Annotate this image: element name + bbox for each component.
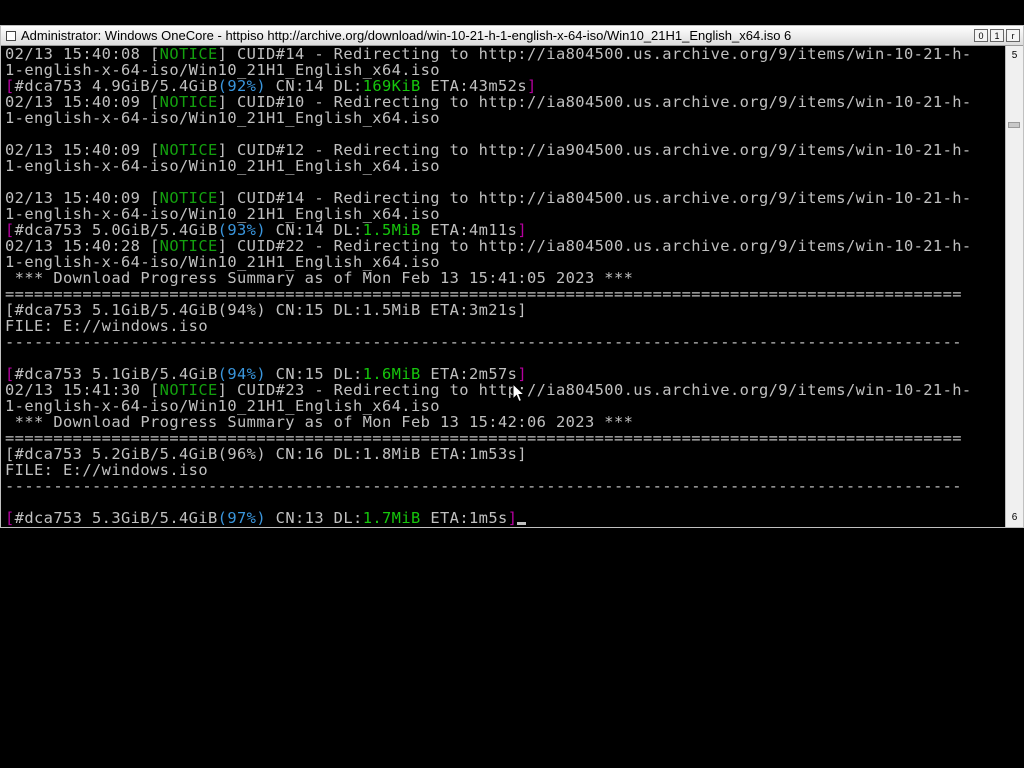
title-bar[interactable]: Administrator: Windows OneCore - httpiso… — [1, 26, 1023, 46]
console-text: ----------------------------------------… — [5, 333, 962, 351]
console-line: ----------------------------------------… — [5, 478, 1005, 494]
console-line: 02/13 15:40:09 [NOTICE] CUID#14 - Redire… — [5, 190, 1005, 206]
console-text: ] — [507, 509, 518, 527]
console-line: [#dca753 5.1GiB/5.4GiB(94%) CN:15 DL:1.6… — [5, 366, 1005, 382]
maximize-button[interactable]: 1 — [990, 29, 1004, 42]
console-text: [ — [5, 509, 15, 527]
console-text: 1.7MiB — [362, 509, 421, 527]
window-title: Administrator: Windows OneCore - httpiso… — [21, 28, 792, 43]
console-line: 02/13 15:41:30 [NOTICE] CUID#23 - Redire… — [5, 382, 1005, 398]
console-line: 1-english-x-64-iso/Win10_21H1_English_x6… — [5, 254, 1005, 270]
close-button[interactable]: r — [1006, 29, 1020, 42]
minimize-button[interactable]: 0 — [974, 29, 988, 42]
text-cursor-icon — [517, 522, 527, 525]
console-line: 1-english-x-64-iso/Win10_21H1_English_x6… — [5, 62, 1005, 78]
console-line: *** Download Progress Summary as of Mon … — [5, 414, 1005, 430]
window-controls: 0 1 r — [974, 29, 1020, 42]
console-text: 1-english-x-64-iso/Win10_21H1_English_x6… — [5, 109, 440, 127]
console-text: 1-english-x-64-iso/Win10_21H1_English_x6… — [5, 157, 440, 175]
console-line: FILE: E://windows.iso — [5, 318, 1005, 334]
console-line: *** Download Progress Summary as of Mon … — [5, 270, 1005, 286]
console-line: 02/13 15:40:09 [NOTICE] CUID#12 - Redire… — [5, 142, 1005, 158]
console-line: [#dca753 5.0GiB/5.4GiB(93%) CN:14 DL:1.5… — [5, 222, 1005, 238]
vertical-scrollbar[interactable]: 5 6 — [1005, 46, 1023, 527]
console-line: 02/13 15:40:09 [NOTICE] CUID#10 - Redire… — [5, 94, 1005, 110]
console-line: 1-english-x-64-iso/Win10_21H1_English_x6… — [5, 110, 1005, 126]
console-line: 1-english-x-64-iso/Win10_21H1_English_x6… — [5, 398, 1005, 414]
console-text: #dca753 5.3GiB/5.4GiB — [14, 509, 218, 527]
console-line: ----------------------------------------… — [5, 334, 1005, 350]
mouse-pointer-icon — [512, 383, 526, 403]
console-line: ========================================… — [5, 286, 1005, 302]
console-line: [#dca753 5.1GiB/5.4GiB(94%) CN:15 DL:1.5… — [5, 302, 1005, 318]
console-text: ----------------------------------------… — [5, 477, 962, 495]
console-line: [#dca753 4.9GiB/5.4GiB(92%) CN:14 DL:169… — [5, 78, 1005, 94]
scroll-down-button[interactable]: 6 — [1007, 510, 1022, 525]
console-line: [#dca753 5.2GiB/5.4GiB(96%) CN:16 DL:1.8… — [5, 446, 1005, 462]
console-text: (97%) — [217, 509, 267, 527]
console-text: ETA:1m5s — [420, 509, 508, 527]
scroll-up-button[interactable]: 5 — [1007, 48, 1022, 63]
console-line: FILE: E://windows.iso — [5, 462, 1005, 478]
console-line: 1-english-x-64-iso/Win10_21H1_English_x6… — [5, 158, 1005, 174]
scroll-thumb[interactable] — [1008, 122, 1020, 128]
console-line: [#dca753 5.3GiB/5.4GiB(97%) CN:13 DL:1.7… — [5, 510, 1005, 526]
console-line: 02/13 15:40:08 [NOTICE] CUID#14 - Redire… — [5, 46, 1005, 62]
console-window[interactable]: Administrator: Windows OneCore - httpiso… — [0, 25, 1024, 528]
console-line: 02/13 15:40:28 [NOTICE] CUID#22 - Redire… — [5, 238, 1005, 254]
console-text: CN:13 DL: — [266, 509, 363, 527]
console-line: ========================================… — [5, 430, 1005, 446]
console-line: 1-english-x-64-iso/Win10_21H1_English_x6… — [5, 206, 1005, 222]
console-output[interactable]: 02/13 15:40:08 [NOTICE] CUID#14 - Redire… — [5, 46, 1005, 528]
window-icon[interactable] — [6, 30, 16, 41]
